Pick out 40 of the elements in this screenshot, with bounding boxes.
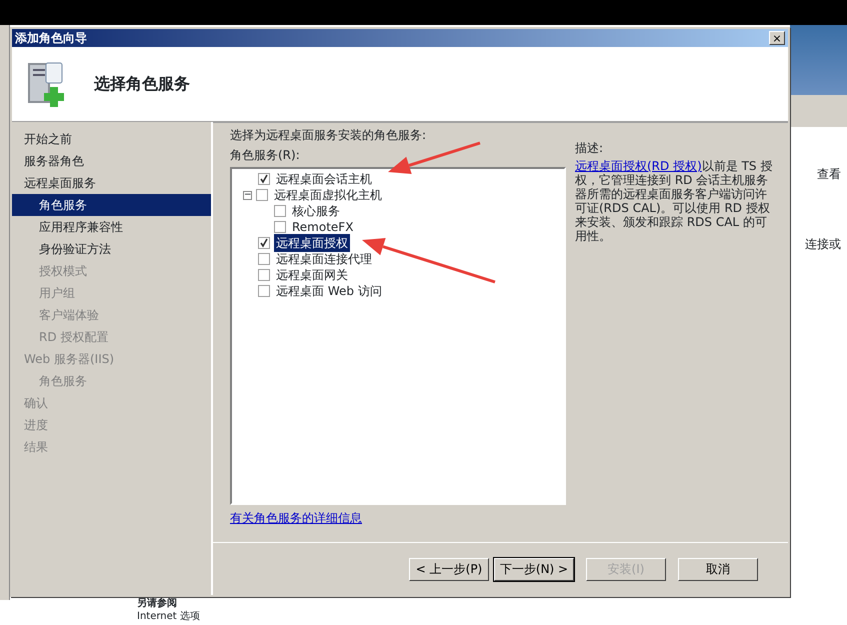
section-heading: 另请参阅 xyxy=(137,598,177,610)
tree-item[interactable]: 远程桌面会话主机 xyxy=(274,170,374,188)
tree-item[interactable]: 远程桌面虚拟化主机 xyxy=(272,186,384,204)
related-link[interactable]: Internet 选项 xyxy=(137,611,200,623)
checkbox[interactable] xyxy=(258,237,270,249)
wizard-step[interactable]: 身份验证方法 xyxy=(12,238,211,260)
wizard-step[interactable]: 应用程序兼容性 xyxy=(12,216,211,238)
wizard-step[interactable]: 角色服务 xyxy=(12,194,211,216)
details-link[interactable]: 有关角色服务的详细信息 xyxy=(230,509,362,527)
description-text: 远程桌面授权(RD 授权)以前是 TS 授权，它管理连接到 RD 会话主机服务器所需的远程桌面服务客户端访问许可证(RDS CAL)。可以使用 RD 授权来安装、颁发和跟踪 RDS CAL 的可用性。 xyxy=(575,159,774,243)
wizard-button[interactable]: 下一步(N) > xyxy=(494,558,574,580)
checkbox[interactable] xyxy=(258,253,270,265)
window-title: 添加角色向导 xyxy=(15,30,87,47)
tree-item[interactable]: 远程桌面 Web 访问 xyxy=(274,282,384,300)
checkbox[interactable] xyxy=(274,221,286,233)
close-button[interactable]: × xyxy=(769,31,785,45)
description-label: 描述: xyxy=(575,141,604,155)
checkbox[interactable] xyxy=(258,173,270,185)
wizard-step[interactable]: 开始之前 xyxy=(12,128,211,150)
checkbox[interactable] xyxy=(258,269,270,281)
checkbox[interactable] xyxy=(274,205,286,217)
checkbox[interactable] xyxy=(256,189,268,201)
tree-item[interactable]: 远程桌面网关 xyxy=(274,266,350,284)
tree-item[interactable]: 核心服务 xyxy=(290,202,342,220)
wizard-button[interactable]: < 上一步(P) xyxy=(409,558,489,580)
task-link[interactable]: 连接或 xyxy=(805,235,841,253)
task-link[interactable]: 查看 xyxy=(817,165,841,183)
window-title-bar xyxy=(790,25,847,95)
tree-item[interactable]: RemoteFX xyxy=(290,218,356,236)
page-heading: 选择角色服务 xyxy=(94,73,190,95)
checkbox[interactable] xyxy=(258,285,270,297)
list-label: 角色服务(R): xyxy=(230,147,300,164)
tree-item[interactable]: 远程桌面授权 xyxy=(274,234,350,252)
wizard-button[interactable]: 取消 xyxy=(678,558,758,580)
wizard-step[interactable]: 服务器角色 xyxy=(12,150,211,172)
description-link[interactable]: 远程桌面授权(RD 授权) xyxy=(575,159,702,173)
tree-item[interactable]: 远程桌面连接代理 xyxy=(274,250,374,268)
wizard-step[interactable]: 远程桌面服务 xyxy=(12,172,211,194)
instruction-text: 选择为远程桌面服务安装的角色服务: xyxy=(230,127,428,144)
collapse-toggle[interactable]: − xyxy=(243,190,252,200)
